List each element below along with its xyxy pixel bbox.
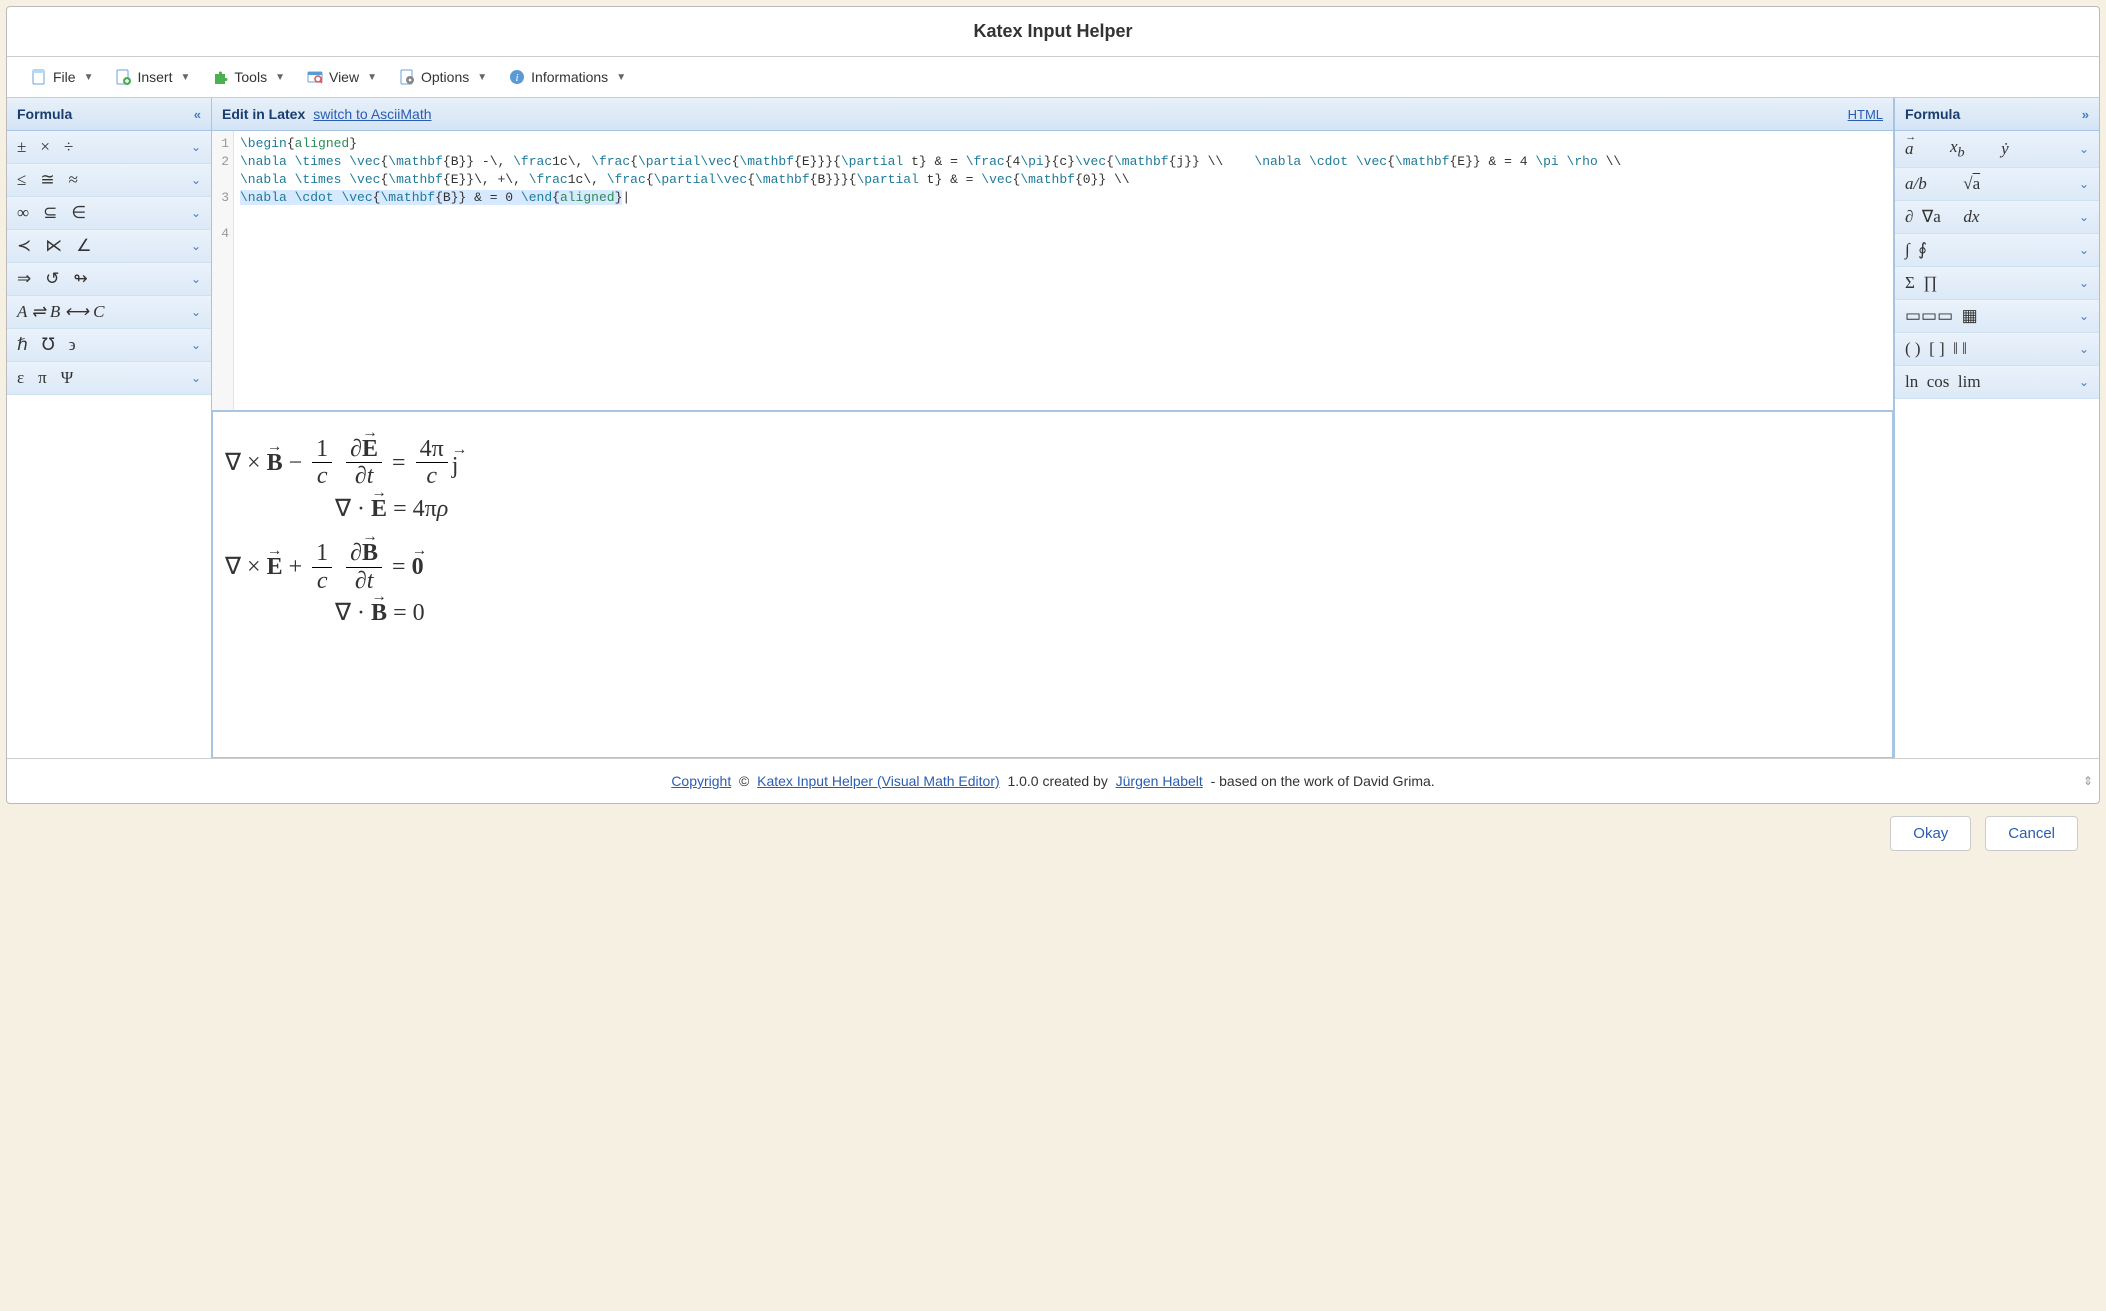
left-formula-panel: Formula « ±×÷⌄≤≅≈⌄∞⊆∈⌄≺⋉∠⌄⇒↺↬⌄A ⇌ B ⟷ C⌄… <box>7 98 212 758</box>
switch-asciimath-link[interactable]: switch to AsciiMath <box>313 106 431 122</box>
symbol-category-row[interactable]: ∂ ∇a dx⌄ <box>1895 201 2099 234</box>
symbol-category-row[interactable]: ln cos lim⌄ <box>1895 366 2099 399</box>
chevron-down-icon: ⌄ <box>2079 375 2089 390</box>
caret-icon: ▼ <box>275 72 285 83</box>
center-panel-title: Edit in Latex <box>222 106 305 122</box>
code-editor[interactable]: 1234 \begin{aligned}\nabla \times \vec{\… <box>212 131 1893 411</box>
content-area: Formula « ±×÷⌄≤≅≈⌄∞⊆∈⌄≺⋉∠⌄⇒↺↬⌄A ⇌ B ⟷ C⌄… <box>7 98 2099 758</box>
caret-icon: ▼ <box>616 72 626 83</box>
version-text: 1.0.0 created by <box>1007 773 1107 789</box>
dialog-button-row: Okay Cancel <box>6 804 2100 855</box>
app-name-link[interactable]: Katex Input Helper (Visual Math Editor) <box>757 773 1000 789</box>
editor-code[interactable]: \begin{aligned}\nabla \times \vec{\mathb… <box>234 131 1893 410</box>
footer: Copyright © Katex Input Helper (Visual M… <box>7 758 2099 803</box>
file-icon <box>31 69 47 85</box>
chevron-down-icon: ⌄ <box>2079 210 2089 225</box>
left-panel-title: Formula <box>17 106 72 122</box>
menu-informations-label: Informations <box>531 69 608 85</box>
right-symbol-list: a xb ẏ⌄a/b √a⌄∂ ∇a dx⌄∫ ∮⌄Σ ∏⌄▭▭▭ ▦⌄( ) … <box>1895 131 2099 758</box>
collapse-right-icon[interactable]: » <box>2082 107 2089 122</box>
copyright-symbol: © <box>739 773 749 789</box>
menu-insert[interactable]: Insert ▼ <box>107 65 198 89</box>
menu-options[interactable]: Options ▼ <box>391 65 495 89</box>
svg-text:i: i <box>516 72 519 84</box>
menu-tools[interactable]: Tools ▼ <box>204 65 293 89</box>
center-panel: Edit in Latex switch to AsciiMath HTML 1… <box>212 98 1894 758</box>
menu-file-label: File <box>53 69 76 85</box>
chevron-down-icon: ⌄ <box>2079 177 2089 192</box>
chevron-down-icon: ⌄ <box>191 239 201 254</box>
author-link[interactable]: Jürgen Habelt <box>1116 773 1203 789</box>
symbol-category-row[interactable]: ℏ℧϶⌄ <box>7 329 211 362</box>
view-icon <box>307 69 323 85</box>
formula-preview: ∇ × B − 1c ∂E∂t = 4πc j ∇ · E = 4πρ ∇ × … <box>212 411 1893 758</box>
left-symbol-list: ±×÷⌄≤≅≈⌄∞⊆∈⌄≺⋉∠⌄⇒↺↬⌄A ⇌ B ⟷ C⌄ℏ℧϶⌄επΨ⌄ <box>7 131 211 758</box>
menu-file[interactable]: File ▼ <box>23 65 101 89</box>
chevron-down-icon: ⌄ <box>2079 309 2089 324</box>
chevron-down-icon: ⌄ <box>2079 142 2089 157</box>
symbol-category-row[interactable]: Σ ∏⌄ <box>1895 267 2099 300</box>
chevron-down-icon: ⌄ <box>191 140 201 155</box>
symbol-category-row[interactable]: a/b √a⌄ <box>1895 168 2099 201</box>
symbol-category-row[interactable]: επΨ⌄ <box>7 362 211 395</box>
right-formula-panel: Formula » a xb ẏ⌄a/b √a⌄∂ ∇a dx⌄∫ ∮⌄Σ ∏⌄… <box>1894 98 2099 758</box>
symbol-category-row[interactable]: ≺⋉∠⌄ <box>7 230 211 263</box>
chevron-down-icon: ⌄ <box>2079 276 2089 291</box>
symbol-category-row[interactable]: ⇒↺↬⌄ <box>7 263 211 296</box>
info-icon: i <box>509 69 525 85</box>
ok-button[interactable]: Okay <box>1890 816 1971 851</box>
caret-icon: ▼ <box>367 72 377 83</box>
resize-handle-icon[interactable]: ⇕ <box>2083 774 2093 788</box>
symbol-category-row[interactable]: ▭▭▭ ▦⌄ <box>1895 300 2099 333</box>
editor-gutter: 1234 <box>212 131 234 410</box>
chevron-down-icon: ⌄ <box>191 305 201 320</box>
symbol-category-row[interactable]: ∞⊆∈⌄ <box>7 197 211 230</box>
menu-informations[interactable]: i Informations ▼ <box>501 65 634 89</box>
symbol-category-row[interactable]: ±×÷⌄ <box>7 131 211 164</box>
menu-view-label: View <box>329 69 359 85</box>
caret-icon: ▼ <box>84 72 94 83</box>
symbol-category-row[interactable]: ( ) [ ] ‖ ‖⌄ <box>1895 333 2099 366</box>
collapse-left-icon[interactable]: « <box>194 107 201 122</box>
chevron-down-icon: ⌄ <box>191 206 201 221</box>
menu-view[interactable]: View ▼ <box>299 65 385 89</box>
puzzle-icon <box>212 69 228 85</box>
symbol-category-row[interactable]: ∫ ∮⌄ <box>1895 234 2099 267</box>
menu-options-label: Options <box>421 69 469 85</box>
footer-tail: - based on the work of David Grima. <box>1211 773 1435 789</box>
chevron-down-icon: ⌄ <box>191 371 201 386</box>
chevron-down-icon: ⌄ <box>191 272 201 287</box>
menu-tools-label: Tools <box>234 69 267 85</box>
caret-icon: ▼ <box>180 72 190 83</box>
html-link[interactable]: HTML <box>1848 107 1883 122</box>
symbol-category-row[interactable]: ≤≅≈⌄ <box>7 164 211 197</box>
symbol-category-row[interactable]: A ⇌ B ⟷ C⌄ <box>7 296 211 329</box>
menu-insert-label: Insert <box>137 69 172 85</box>
menubar: File ▼ Insert ▼ Tools ▼ View ▼ Options ▼… <box>7 57 2099 98</box>
caret-icon: ▼ <box>477 72 487 83</box>
options-icon <box>399 69 415 85</box>
chevron-down-icon: ⌄ <box>2079 243 2089 258</box>
cancel-button[interactable]: Cancel <box>1985 816 2078 851</box>
right-panel-title: Formula <box>1905 106 1960 122</box>
dialog-window: Katex Input Helper File ▼ Insert ▼ Tools… <box>6 6 2100 804</box>
chevron-down-icon: ⌄ <box>191 338 201 353</box>
window-title: Katex Input Helper <box>7 7 2099 57</box>
copyright-link[interactable]: Copyright <box>671 773 731 789</box>
chevron-down-icon: ⌄ <box>2079 342 2089 357</box>
chevron-down-icon: ⌄ <box>191 173 201 188</box>
symbol-category-row[interactable]: a xb ẏ⌄ <box>1895 131 2099 168</box>
insert-icon <box>115 69 131 85</box>
